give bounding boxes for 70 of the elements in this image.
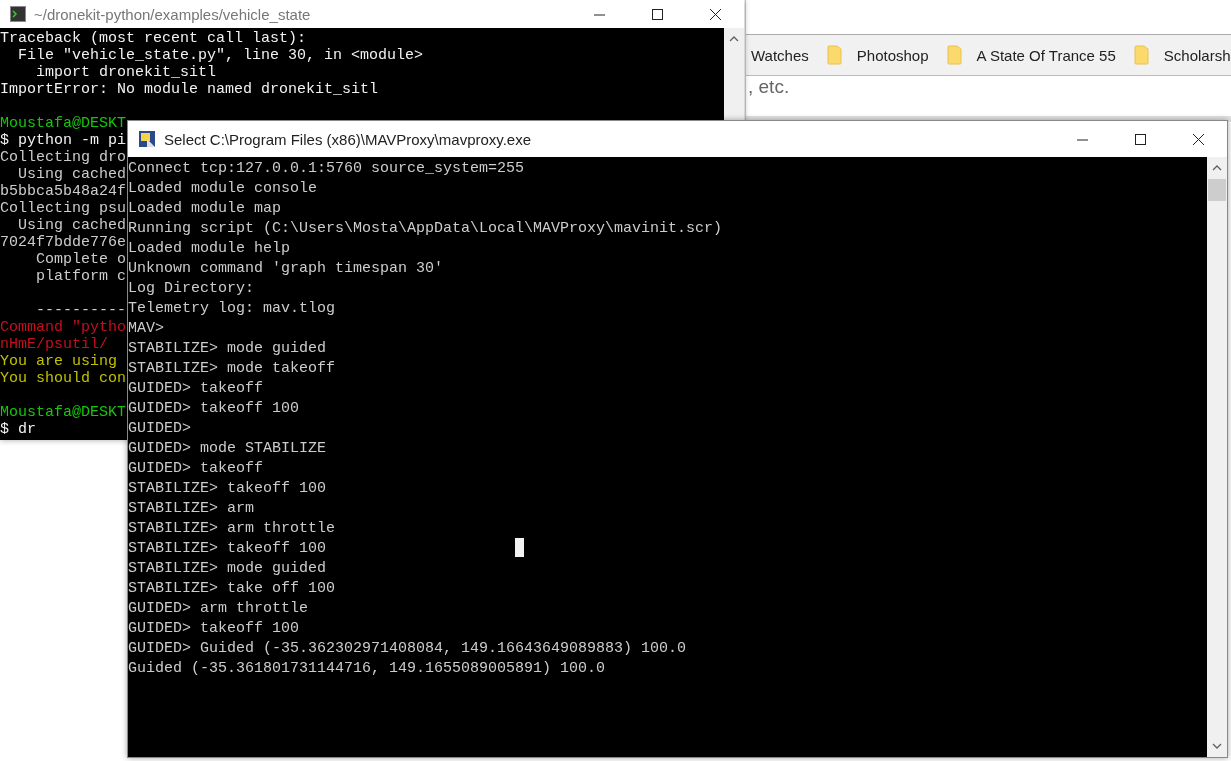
console-line: GUIDED> — [128, 419, 191, 439]
console-line: GUIDED> takeoff 100 — [128, 399, 300, 419]
window-title: ~/dronekit-python/examples/vehicle_state — [34, 5, 312, 23]
folder-icon — [1133, 45, 1150, 65]
console-line: Unknown command 'graph timespan 30' — [128, 259, 444, 279]
console-line: b5bbca5b48a24f — [0, 183, 127, 200]
console-line: ---------- — [35, 302, 127, 319]
bookmark[interactable]: Photoshop — [826, 45, 929, 65]
console-line: ImportError: No module named dronekit_sitl — [0, 81, 379, 98]
console-line: You should con — [0, 370, 127, 387]
scroll-down-icon — [1212, 743, 1222, 749]
console-line: Traceback (most recent call last): — [0, 30, 307, 47]
console-line: GUIDED> Guided (-35.362302971408084, 149.16643649089883) 100.0 — [128, 639, 687, 659]
scroll-up-icon — [729, 36, 739, 42]
console-line: Complete o — [35, 251, 127, 268]
scrollbar[interactable] — [1207, 157, 1227, 757]
console-line: $ python -m pi — [0, 132, 127, 149]
console-line: GUIDED> takeoff — [128, 459, 264, 479]
folder-icon — [946, 45, 963, 65]
console-line: Running script (C:\Users\Mosta\AppData\Local\MAVProxy\mavinit.scr) — [128, 219, 723, 239]
console-line: Telemetry log: mav.tlog — [128, 299, 336, 319]
console-line: STABILIZE> takeoff 100 — [128, 539, 327, 559]
bookmark[interactable]: Scholarsh — [1133, 45, 1231, 65]
console-line: STABILIZE> mode guided — [128, 339, 327, 359]
console-line: Loaded module help — [128, 239, 291, 259]
console-line: STABILIZE> mode guided — [128, 559, 327, 579]
folder-icon — [826, 45, 843, 65]
bookmark[interactable]: Watches — [751, 46, 809, 64]
console-line: Moustafa@DESKT — [0, 404, 127, 421]
console-line: 7024f7bdde776e — [0, 234, 127, 251]
maximize-icon — [1134, 133, 1146, 145]
console-line: Using cached — [17, 166, 127, 183]
maximize-icon — [651, 8, 663, 20]
console-line: GUIDED> mode STABILIZE — [128, 439, 327, 459]
console-line: Moustafa@DESKT — [0, 115, 127, 132]
console-line: STABILIZE> takeoff 100 — [128, 479, 327, 499]
scrollbar-thumb[interactable] — [1208, 179, 1226, 201]
console-line: Log Directory: — [128, 279, 255, 299]
page-text: , etc. — [748, 76, 790, 97]
console-line: nHmE/psutil/ — [0, 336, 109, 353]
text-cursor — [515, 538, 524, 557]
console-line: You are using — [0, 353, 118, 370]
console-line: Guided (-35.361801731144716, 149.1655089005891) 100.0 — [128, 659, 606, 679]
console-line: GUIDED> takeoff — [128, 379, 264, 399]
console-line: Using cached — [17, 217, 127, 234]
console-line: Command "pytho — [0, 319, 127, 336]
close-icon — [709, 8, 721, 20]
scroll-up-icon — [1212, 165, 1222, 171]
console-line: STABILIZE> take off 100 — [128, 579, 336, 599]
window-title: Select C:\Program Files (x86)\MAVProxy\mavproxy.exe — [164, 130, 533, 148]
console-line: File "vehicle_state.py", line 30, in <module> — [17, 47, 424, 64]
console-line: Connect tcp:127.0.0.1:5760 source_system=255 — [128, 159, 525, 179]
console-line: import dronekit_sitl — [35, 64, 217, 81]
bookmark[interactable]: A State Of Trance 55 — [946, 45, 1116, 65]
console-line: STABILIZE> arm — [128, 499, 255, 519]
console-line: STABILIZE> mode takeoff — [128, 359, 336, 379]
app-icon — [138, 130, 156, 148]
console-line: Collecting psu — [0, 200, 127, 217]
terminal-icon — [10, 6, 26, 22]
console-line: Loaded module console — [128, 179, 318, 199]
console-line: Collecting dro — [0, 149, 127, 166]
console-line: $ dr — [0, 421, 36, 438]
console-line: platform c — [35, 268, 127, 285]
console-line: MAV> — [128, 319, 164, 339]
console-line: STABILIZE> arm throttle — [128, 519, 336, 539]
console-line: GUIDED> arm throttle — [128, 599, 309, 619]
console-line: Loaded module map — [128, 199, 282, 219]
close-icon — [1192, 133, 1204, 145]
console-line: GUIDED> takeoff 100 — [128, 619, 300, 639]
scrollbar[interactable] — [724, 28, 744, 120]
